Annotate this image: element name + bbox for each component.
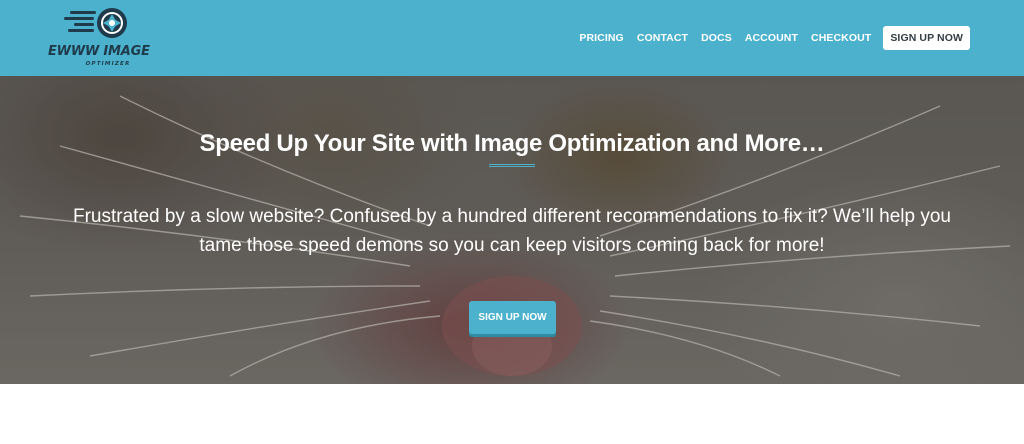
site-header: EWWW IMAGE OPTIMIZER PRICING CONTACT DOC…	[0, 0, 1024, 76]
hero-sign-up-button[interactable]: SIGN UP NOW	[469, 301, 556, 334]
hero-description: Frustrated by a slow website? Confused b…	[73, 206, 951, 256]
nav-docs[interactable]: DOCS	[701, 32, 732, 44]
nav-pricing[interactable]: PRICING	[579, 32, 623, 44]
camera-aperture-icon	[64, 8, 127, 38]
logo-subtext: OPTIMIZER	[85, 61, 131, 67]
nav-checkout[interactable]: CHECKOUT	[811, 32, 871, 44]
main-nav: PRICING CONTACT DOCS ACCOUNT CHECKOUT SI…	[566, 26, 970, 50]
title-divider	[489, 164, 535, 167]
hero-title: Speed Up Your Site with Image Optimizati…	[199, 130, 825, 157]
ewww-logo[interactable]: EWWW IMAGE OPTIMIZER	[48, 6, 158, 70]
page-content-area	[0, 384, 1024, 444]
nav-contact[interactable]: CONTACT	[637, 32, 688, 44]
nav-account[interactable]: ACCOUNT	[745, 32, 798, 44]
hero-section: Speed Up Your Site with Image Optimizati…	[0, 76, 1024, 384]
header-sign-up-button[interactable]: SIGN UP NOW	[883, 26, 970, 50]
logo-wordmark: EWWW IMAGE	[48, 44, 150, 59]
